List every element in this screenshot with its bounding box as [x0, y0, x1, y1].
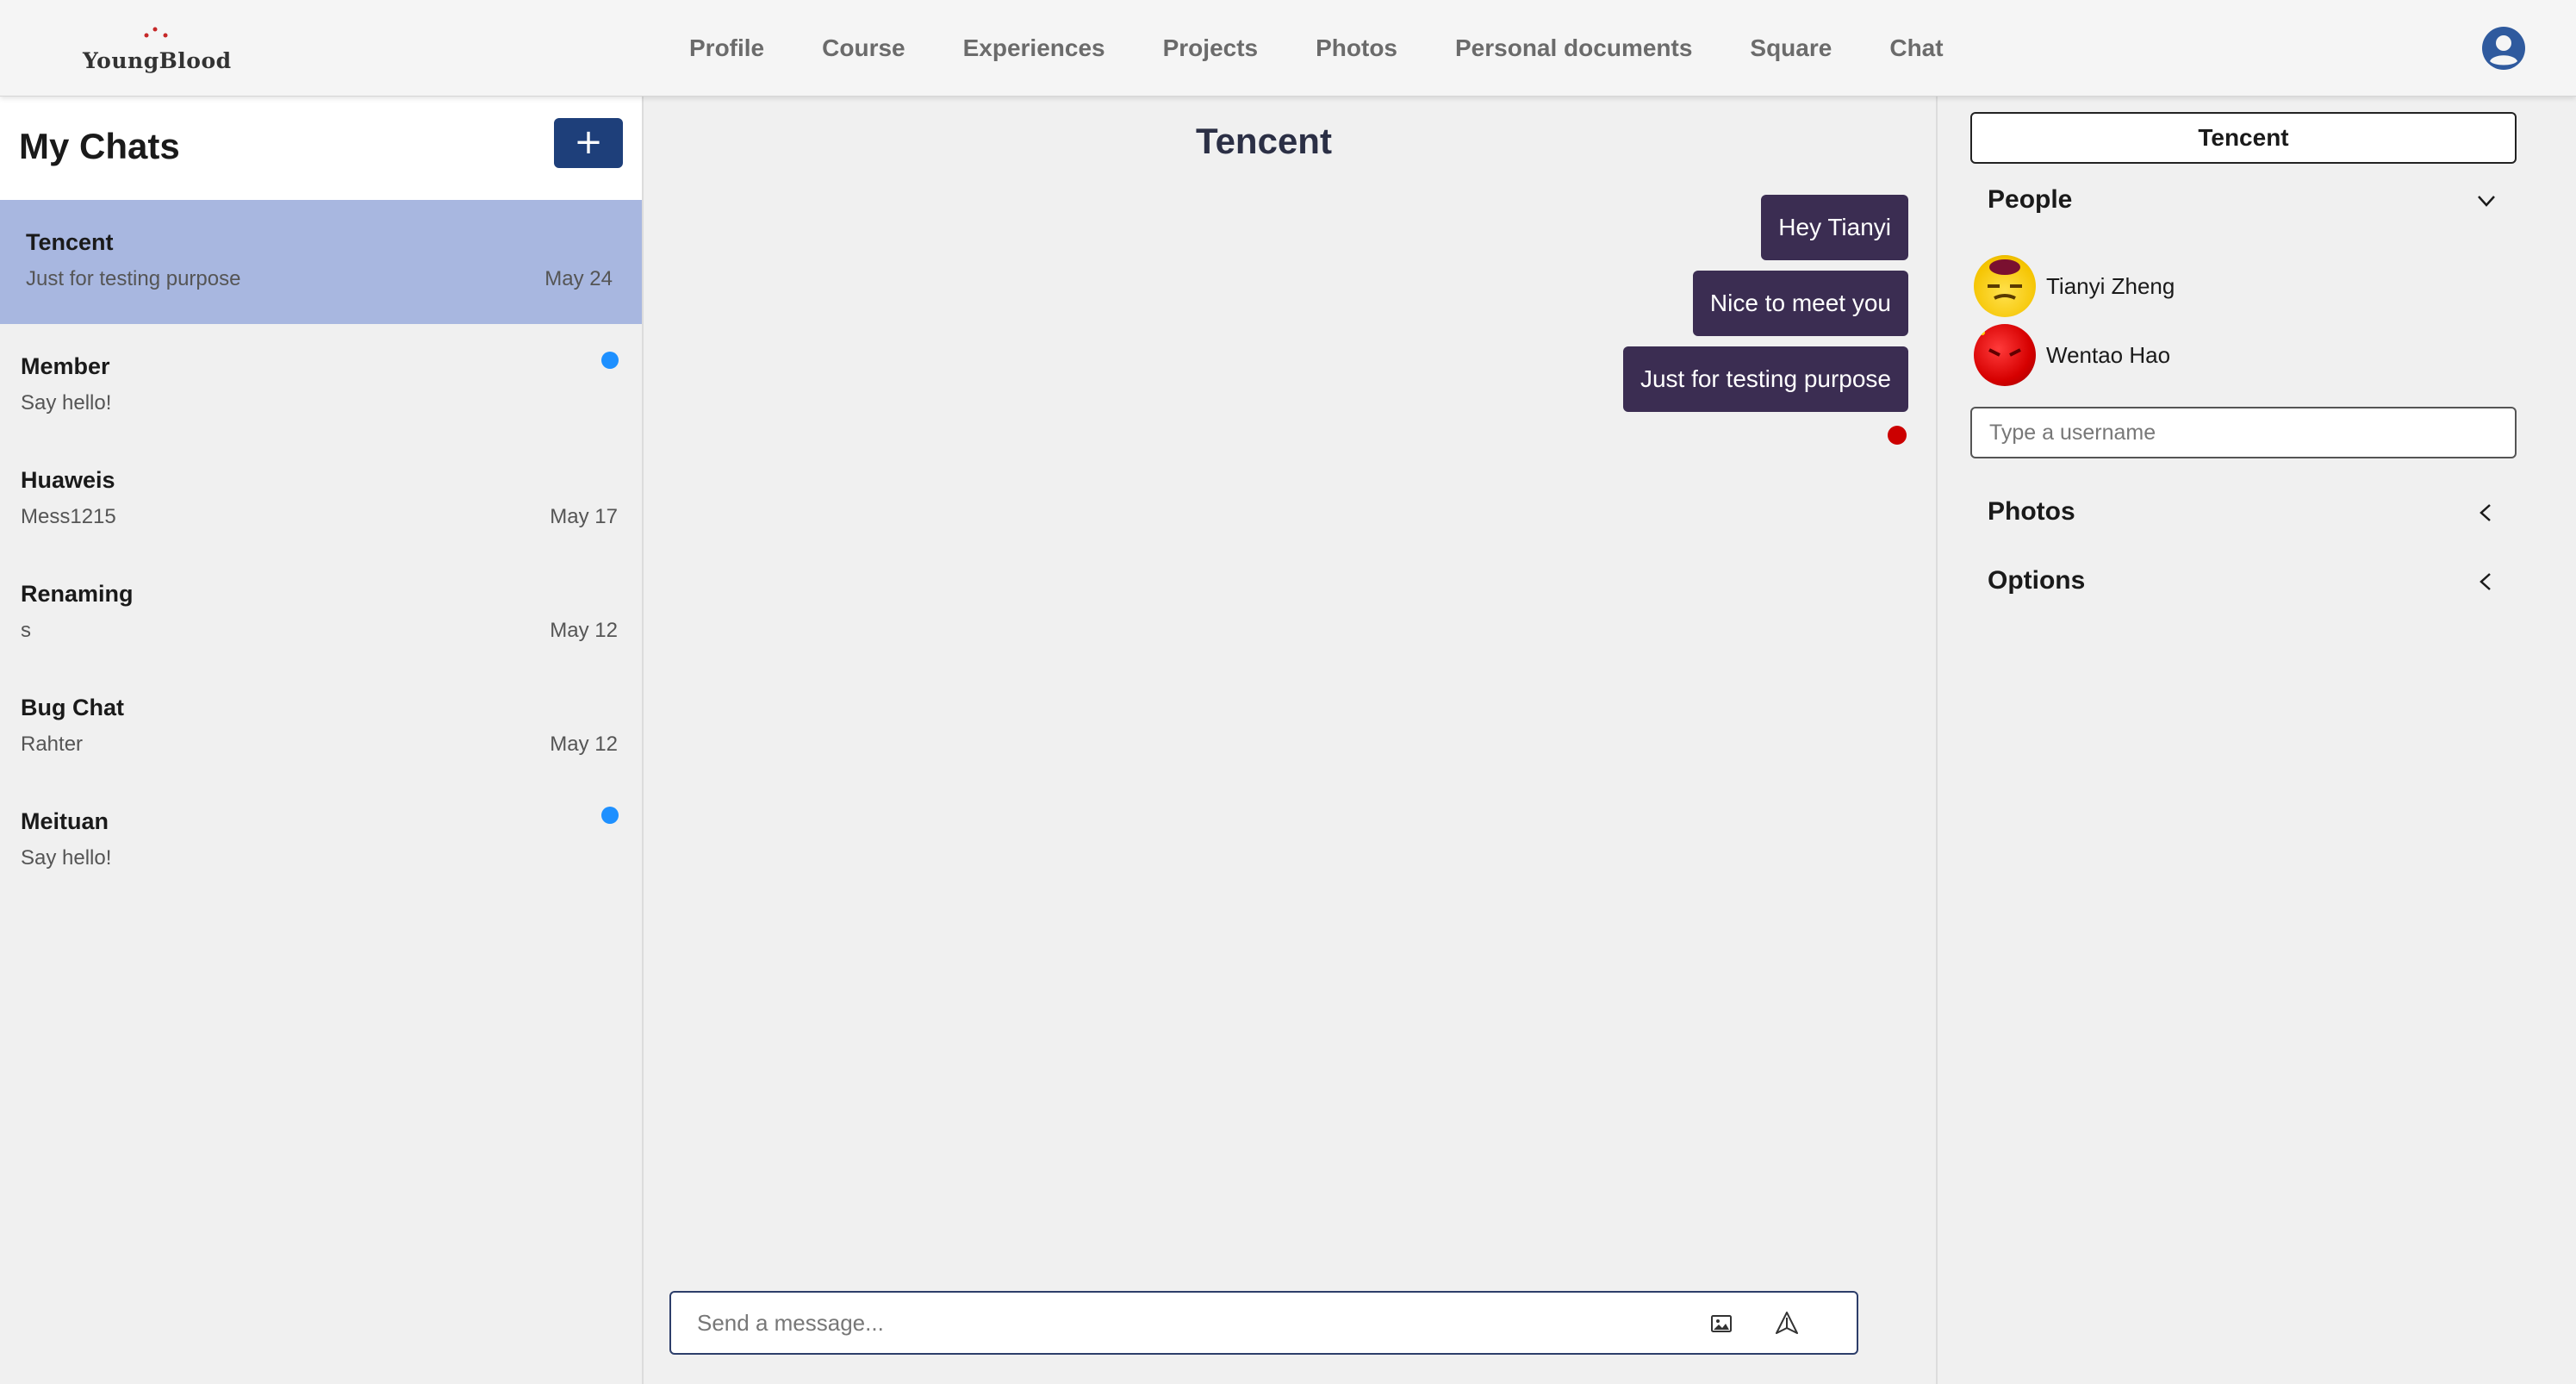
main-nav: Profile Course Experiences Projects Phot… [689, 0, 1944, 97]
member-name: Wentao Hao [2046, 341, 2171, 368]
photos-section-header[interactable]: Photos [1988, 497, 2075, 527]
new-chat-button[interactable]: + [554, 118, 623, 168]
chat-name: Member [21, 353, 110, 379]
chat-preview: Just for testing purpose [26, 267, 241, 290]
nav-square[interactable]: Square [1750, 34, 1832, 62]
emoji-face-icon [1988, 259, 2022, 300]
nav-profile[interactable]: Profile [689, 34, 764, 62]
avatar [1974, 324, 2036, 386]
message-input[interactable] [697, 1303, 1627, 1343]
nav-projects[interactable]: Projects [1163, 34, 1259, 62]
chat-list-item-huaweis[interactable]: Huaweis Mess1215 May 17 [0, 438, 642, 552]
options-section-header[interactable]: Options [1988, 566, 2085, 595]
chat-name: Renaming [21, 581, 134, 607]
nav-personal-documents[interactable]: Personal documents [1455, 34, 1692, 62]
user-circle-icon[interactable] [2481, 26, 2526, 71]
logo-wordmark: YoungBlood [83, 48, 232, 73]
people-section-header[interactable]: People [1988, 185, 2072, 215]
unread-indicator [601, 807, 619, 824]
chat-date: May 17 [550, 505, 618, 528]
chat-name: Huaweis [21, 467, 115, 493]
member-row[interactable]: Wentao Hao [1974, 322, 2170, 388]
chat-preview: Say hello! [21, 846, 112, 870]
sidebar-title: My Chats [19, 126, 180, 166]
nav-chat[interactable]: Chat [1889, 34, 1943, 62]
nav-experiences[interactable]: Experiences [963, 34, 1105, 62]
chat-list-item-tencent[interactable]: Tencent Just for testing purpose May 24 [0, 200, 642, 324]
chat-preview: Say hello! [21, 391, 112, 415]
conversation-title: Tencent [1196, 121, 1332, 161]
member-name: Tianyi Zheng [2046, 272, 2175, 299]
chat-list-item-bug-chat[interactable]: Bug Chat Rahter May 12 [0, 665, 642, 779]
chat-name: Tencent [26, 229, 114, 255]
chat-name-field[interactable]: Tencent [1970, 112, 2517, 164]
sidebar-header: My Chats + [0, 97, 642, 200]
chat-name: Meituan [21, 808, 109, 834]
nav-photos[interactable]: Photos [1316, 34, 1397, 62]
chat-date: May 12 [550, 733, 618, 756]
chat-preview: Rahter [21, 733, 84, 756]
emoji-face-icon [1980, 330, 2021, 357]
message-bubble: Hey Tianyi [1761, 195, 1908, 260]
send-icon[interactable] [1774, 1310, 1800, 1336]
unread-indicator [601, 352, 619, 369]
youngblood-logo[interactable]: YoungBlood [83, 22, 232, 76]
add-username-input[interactable] [1970, 407, 2517, 458]
chevron-left-icon[interactable] [2473, 569, 2499, 595]
chat-preview: s [21, 619, 31, 642]
member-row[interactable]: Tianyi Zheng [1974, 253, 2175, 319]
chat-date: May 12 [550, 619, 618, 642]
read-receipt-avatar [1888, 426, 1907, 445]
chat-list-sidebar: My Chats + Tencent Just for testing purp… [0, 97, 644, 1384]
chevron-left-icon[interactable] [2473, 500, 2499, 526]
top-header: YoungBlood Profile Course Experiences Pr… [0, 0, 2576, 97]
image-icon[interactable] [1709, 1312, 1733, 1336]
chevron-down-icon[interactable] [2473, 188, 2499, 214]
message-composer [669, 1291, 1858, 1355]
message-bubble: Just for testing purpose [1622, 346, 1908, 412]
chat-details-panel: Tencent People Tianyi Zheng Wentao Hao P… [1936, 97, 2576, 1384]
avatar [1974, 255, 2036, 317]
message-bubble: Nice to meet you [1692, 271, 1908, 336]
chat-preview: Mess1215 [21, 505, 116, 528]
logo-mark-icon [144, 27, 168, 38]
chat-date: May 24 [544, 267, 613, 290]
chat-list-item-meituan[interactable]: Meituan Say hello! [0, 779, 642, 893]
chat-name: Bug Chat [21, 695, 124, 720]
conversation-panel: Tencent Hey Tianyi Nice to meet you Just… [644, 97, 1936, 1384]
nav-course[interactable]: Course [822, 34, 905, 62]
message-list: Hey Tianyi Nice to meet you Just for tes… [1622, 195, 1908, 445]
chat-list-item-renaming[interactable]: Renaming s May 12 [0, 552, 642, 665]
chat-list-item-member[interactable]: Member Say hello! [0, 324, 642, 438]
